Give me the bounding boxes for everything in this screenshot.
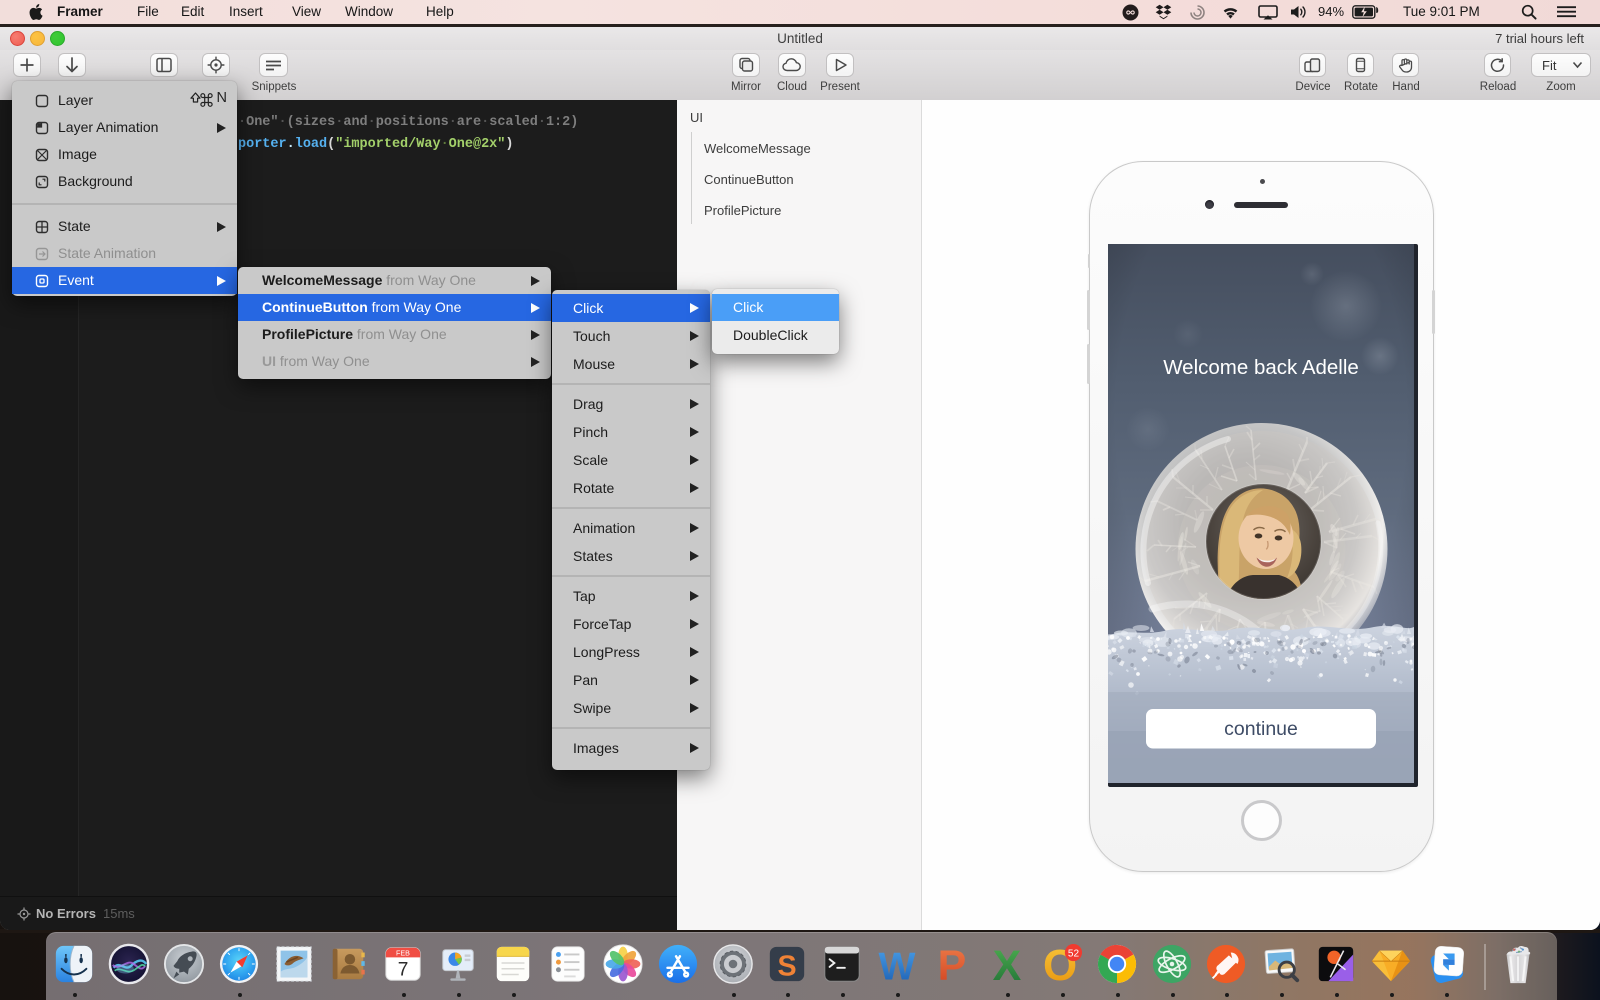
svg-text:52: 52 — [1068, 948, 1080, 959]
svg-text:P: P — [938, 943, 967, 985]
svg-text:W: W — [879, 945, 916, 985]
svg-text:X: X — [993, 943, 1022, 985]
svg-text:7: 7 — [398, 959, 409, 980]
svg-text:Welcome back Adelle: Welcome back Adelle — [1163, 356, 1359, 379]
svg-text:continue: continue — [1224, 718, 1298, 740]
svg-text:FEB: FEB — [396, 949, 410, 957]
svg-text:S: S — [777, 950, 796, 982]
